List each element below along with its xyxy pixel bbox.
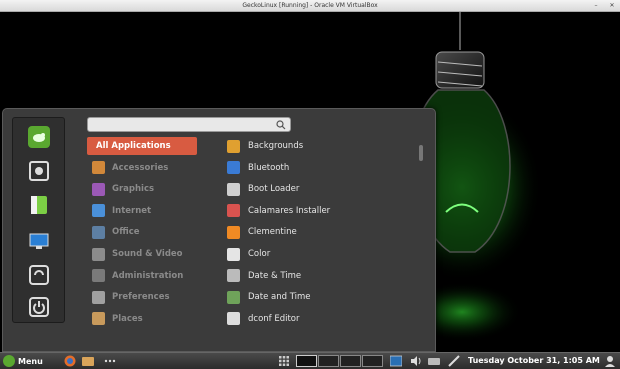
application-label: dconf Editor	[248, 313, 300, 324]
power-icon[interactable]	[26, 294, 52, 320]
dconf-icon	[227, 312, 240, 326]
application-item[interactable]: Date & Time	[227, 267, 417, 285]
application-list-scrollbar[interactable]	[419, 145, 423, 161]
application-item[interactable]: dconf Editor	[227, 310, 417, 328]
keyboard-icon[interactable]	[428, 355, 440, 367]
graphics-icon	[92, 182, 105, 196]
accessories-icon	[92, 161, 105, 175]
office-icon	[92, 225, 105, 239]
application-item[interactable]: Backgrounds	[227, 137, 417, 155]
search-icon[interactable]	[276, 120, 286, 130]
application-item[interactable]: Color	[227, 245, 417, 263]
category-item[interactable]: Internet	[87, 202, 197, 220]
application-item[interactable]: Boot Loader	[227, 180, 417, 198]
application-menu: All Applications Accessories Graphics Inter…	[2, 108, 436, 352]
user-icon[interactable]	[604, 355, 616, 367]
category-label: Administration	[112, 270, 184, 281]
preferences-icon	[92, 290, 105, 304]
date-time-icon	[227, 290, 240, 304]
show-desktop-icon[interactable]	[104, 355, 116, 367]
network-icon[interactable]	[390, 355, 402, 367]
application-label: Calamares Installer	[248, 205, 331, 216]
minimize-icon[interactable]: –	[592, 2, 600, 10]
category-item[interactable]: All Applications	[87, 137, 197, 155]
search-input[interactable]	[92, 119, 272, 131]
category-item[interactable]: Accessories	[87, 159, 197, 177]
bluetooth-icon	[227, 161, 240, 175]
workspace-2[interactable]	[318, 355, 339, 367]
application-label: Boot Loader	[248, 184, 300, 195]
window-list-grid-icon[interactable]	[278, 355, 290, 367]
vm-screen: GeckoLinux [Running] - Oracle VM Virtual…	[0, 0, 620, 369]
category-label: Sound & Video	[112, 249, 183, 259]
workspace-3[interactable]	[340, 355, 361, 367]
application-item[interactable]: Bluetooth	[227, 159, 417, 177]
category-item[interactable]: Administration	[87, 267, 197, 285]
volume-icon[interactable]	[410, 355, 422, 367]
files-launcher-icon[interactable]	[82, 355, 94, 367]
notes-icon[interactable]	[26, 192, 52, 218]
administration-icon	[92, 269, 105, 283]
clementine-icon	[227, 225, 240, 239]
application-label: Bluetooth	[248, 162, 290, 173]
category-label: Accessories	[112, 162, 169, 173]
close-icon[interactable]: ✕	[608, 2, 616, 10]
folder-icon	[92, 312, 105, 326]
boot-loader-icon	[227, 182, 240, 196]
application-item[interactable]: Date and Time	[227, 288, 417, 306]
category-item[interactable]: Office	[87, 223, 197, 241]
application-label: Date and Time	[248, 292, 311, 303]
backgrounds-icon	[227, 139, 240, 153]
category-label: Office	[112, 227, 140, 238]
clock-icon	[227, 269, 240, 283]
sound-video-icon	[92, 247, 105, 261]
category-item[interactable]: Preferences	[87, 288, 197, 306]
bottom-panel: Menu Tuesday October 31, 1:05 AM	[0, 352, 620, 369]
display-settings-icon[interactable]	[26, 228, 52, 254]
application-label: Backgrounds	[248, 141, 304, 151]
category-item[interactable]: Sound & Video	[87, 245, 197, 263]
search-box[interactable]	[87, 117, 291, 132]
vm-window-title: GeckoLinux [Running] - Oracle VM Virtual…	[242, 2, 378, 9]
category-label: All Applications	[96, 141, 171, 151]
application-label: Color	[248, 249, 271, 259]
category-item[interactable]: Places	[87, 310, 197, 328]
pen-icon[interactable]	[448, 355, 460, 367]
workspace-1[interactable]	[296, 355, 317, 367]
panel-clock[interactable]: Tuesday October 31, 1:05 AM	[468, 356, 600, 365]
firefox-launcher-icon[interactable]	[64, 355, 76, 367]
favorites-sidebar	[12, 117, 65, 323]
vm-titlebar: GeckoLinux [Running] - Oracle VM Virtual…	[0, 0, 620, 12]
application-label: Clementine	[248, 227, 297, 238]
logout-icon[interactable]	[26, 262, 52, 288]
category-label: Internet	[112, 205, 152, 216]
workspace-4[interactable]	[362, 355, 383, 367]
menu-button-label: Menu	[18, 356, 43, 366]
installer-icon	[227, 204, 240, 218]
application-item[interactable]: Calamares Installer	[227, 202, 417, 220]
menu-button[interactable]: Menu	[3, 354, 43, 368]
category-label: Preferences	[112, 292, 170, 303]
application-item[interactable]: Clementine	[227, 223, 417, 241]
category-label: Places	[112, 313, 143, 324]
gecko-menu-icon	[3, 355, 15, 367]
color-icon	[227, 247, 240, 261]
application-label: Date & Time	[248, 270, 302, 281]
gecko-logo-icon[interactable]	[26, 124, 52, 150]
software-manager-icon[interactable]	[26, 158, 52, 184]
category-label: Graphics	[112, 184, 155, 195]
category-item[interactable]: Graphics	[87, 180, 197, 198]
internet-icon	[92, 204, 105, 218]
